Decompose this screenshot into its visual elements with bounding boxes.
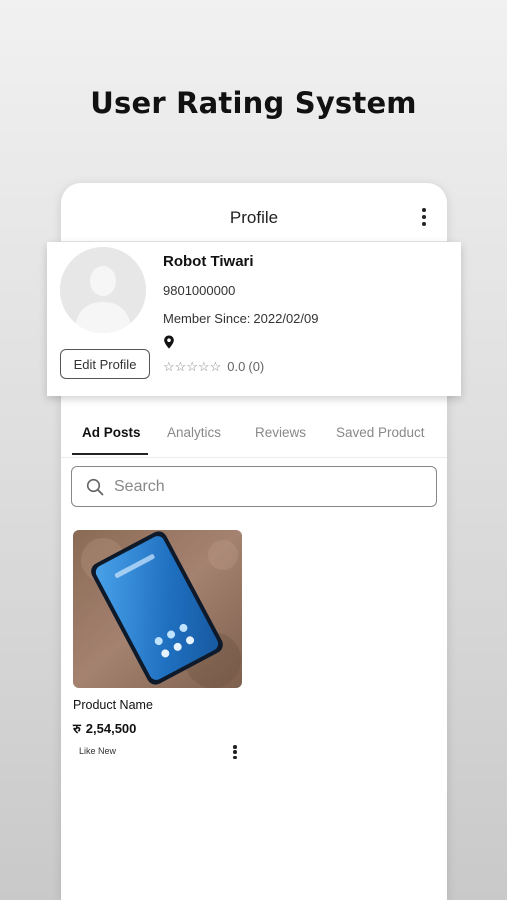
tab-bar: Ad Posts Analytics Reviews Saved Product <box>61 411 447 458</box>
edit-profile-button[interactable]: Edit Profile <box>60 349 150 379</box>
more-options-icon[interactable] <box>417 205 431 229</box>
product-condition: Like New <box>79 746 117 756</box>
star-empty-icon: ☆ <box>174 358 187 374</box>
profile-card: Edit Profile Robot Tiwari 9801000000 Mem… <box>47 242 461 396</box>
search-input[interactable] <box>112 476 416 497</box>
member-label: Member Since: <box>163 311 251 326</box>
map-pin-icon <box>164 335 174 349</box>
tab-saved-product[interactable]: Saved Product <box>336 425 425 440</box>
product-image[interactable] <box>73 530 242 688</box>
tab-analytics[interactable]: Analytics <box>167 425 221 440</box>
user-placeholder-icon <box>60 247 146 333</box>
currency-symbol: रु <box>73 721 81 736</box>
app-bar: Profile <box>61 183 447 242</box>
product-price: रु 2,54,500 <box>73 719 141 737</box>
page-headline: User Rating System <box>90 86 417 120</box>
page-title: Profile <box>229 208 279 227</box>
search-icon <box>86 478 104 495</box>
smartphone-photo <box>73 530 242 688</box>
star-empty-icon: ☆ <box>197 358 210 374</box>
active-tab-indicator <box>72 453 148 455</box>
search-bar[interactable] <box>71 466 437 507</box>
rating-count: (0) <box>248 359 265 374</box>
profile-name: Robot Tiwari <box>163 253 254 270</box>
tab-ad-posts[interactable]: Ad Posts <box>82 425 141 440</box>
star-empty-icon: ☆ <box>209 358 222 374</box>
product-more-icon[interactable] <box>230 743 240 761</box>
star-empty-icon: ☆ <box>163 358 175 374</box>
member-date: 2022/02/09 <box>253 311 319 326</box>
rating-score: 0.0 <box>227 359 246 374</box>
product-name: Product Name <box>73 698 153 712</box>
rating-value: 0.0 (0) <box>227 359 267 374</box>
avatar <box>60 247 146 333</box>
star-empty-icon: ☆ <box>186 358 198 374</box>
price-value: 2,54,500 <box>85 721 137 736</box>
tab-reviews[interactable]: Reviews <box>255 425 306 440</box>
profile-phone: 9801000000 <box>163 283 236 298</box>
rating-stars: ☆ ☆ ☆ ☆ ☆ <box>163 358 222 374</box>
member-since: Member Since: 2022/02/09 <box>163 311 322 326</box>
user-rating: ☆ ☆ ☆ ☆ ☆ 0.0 (0) <box>163 359 267 374</box>
